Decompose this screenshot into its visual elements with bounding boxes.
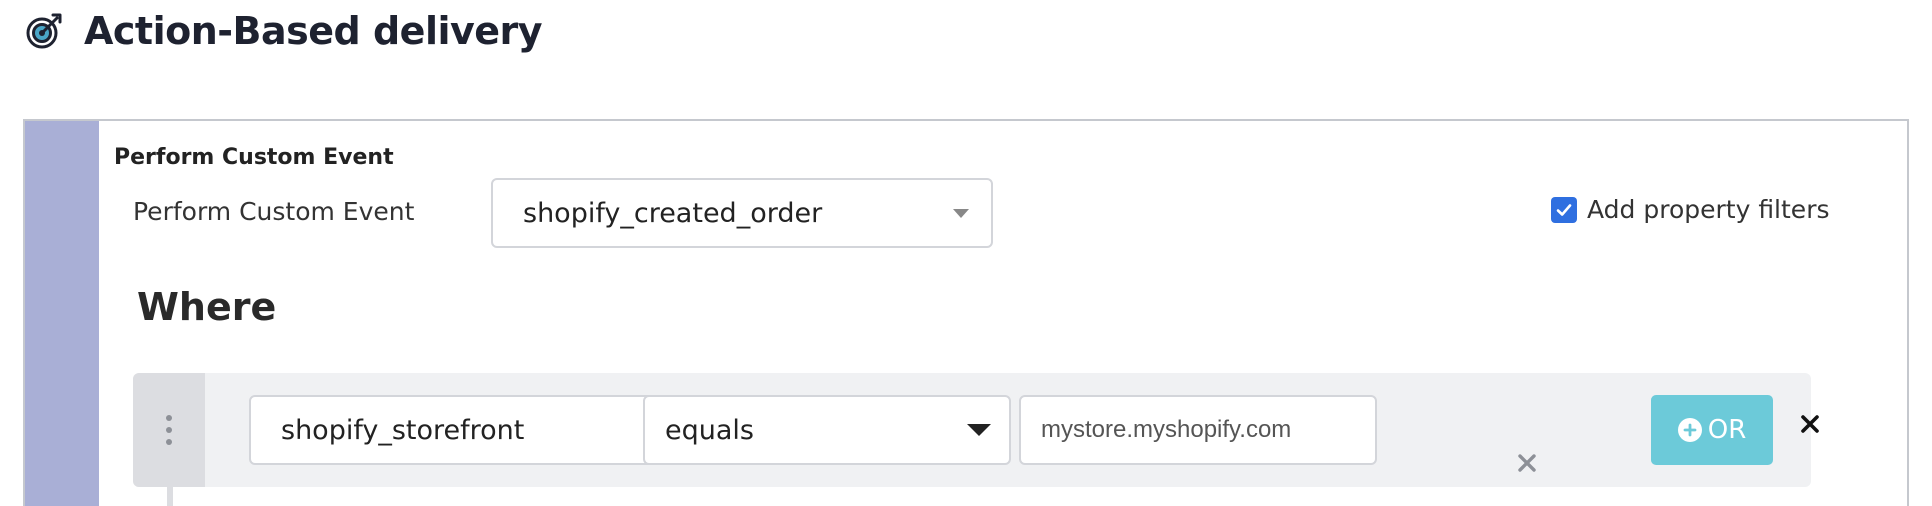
add-property-filters-label: Add property filters (1587, 195, 1830, 224)
drag-handle[interactable] (133, 373, 205, 487)
card-title: Perform Custom Event (114, 145, 394, 170)
property-select-value: shopify_storefront (281, 414, 525, 446)
chevron-down-icon (953, 208, 969, 218)
plus-circle-icon (1677, 418, 1702, 442)
property-filter-row: shopify_storefront equals mystore.myshop… (133, 373, 1819, 487)
caret-down-icon (967, 424, 991, 436)
page: Action-Based delivery Perform Custom Eve… (0, 0, 1932, 506)
add-or-button[interactable]: OR (1651, 395, 1773, 465)
close-icon (1801, 415, 1819, 433)
add-property-filters[interactable]: Add property filters (1551, 195, 1830, 224)
operator-select[interactable]: equals (643, 395, 1011, 465)
property-select[interactable]: shopify_storefront (249, 395, 687, 465)
remove-condition-button[interactable] (1797, 411, 1823, 437)
operator-select-value: equals (665, 414, 754, 446)
custom-event-select-value: shopify_created_order (523, 197, 823, 229)
target-icon (24, 11, 64, 51)
card-accent-bar (25, 121, 99, 506)
event-label: Perform Custom Event (133, 197, 415, 226)
page-title: Action-Based delivery (84, 9, 543, 53)
custom-event-select[interactable]: shopify_created_order (491, 178, 993, 248)
filter-connector-line (167, 487, 173, 506)
trigger-card: Perform Custom Event Perform Custom Even… (23, 119, 1909, 506)
where-heading: Where (137, 285, 277, 329)
drag-handle-icon (166, 415, 172, 445)
add-property-filters-checkbox[interactable] (1551, 196, 1577, 223)
remove-filter-button[interactable] (1515, 451, 1539, 475)
filter-value-input[interactable]: mystore.myshopify.com (1019, 395, 1377, 465)
add-or-label: OR (1707, 415, 1747, 445)
close-icon (1518, 454, 1536, 472)
page-header: Action-Based delivery (24, 6, 543, 56)
check-icon (1556, 203, 1572, 216)
